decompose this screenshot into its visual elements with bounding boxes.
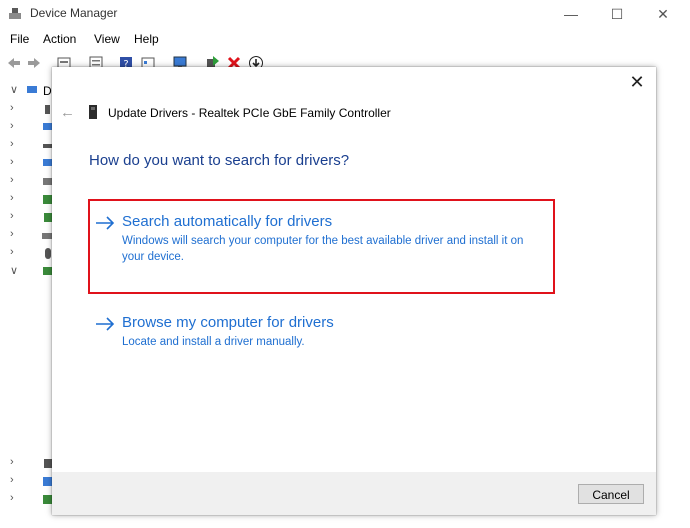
tree-root[interactable]: ∨ D [0, 82, 60, 100]
chevron-right-icon[interactable]: › [10, 192, 14, 204]
dialog-title: Update Drivers - Realtek PCIe GbE Family… [108, 106, 391, 120]
computer-icon [27, 86, 37, 93]
window-title: Device Manager [30, 6, 118, 20]
menu-view[interactable]: View [94, 32, 120, 46]
tree-item[interactable]: › [0, 191, 60, 209]
chevron-right-icon[interactable]: › [10, 174, 14, 186]
chevron-right-icon[interactable]: › [10, 210, 14, 222]
maximize-button[interactable]: ☐ [594, 2, 640, 26]
tree-root-label: D [43, 84, 52, 98]
chevron-right-icon[interactable]: › [10, 246, 14, 258]
chevron-right-icon[interactable]: › [10, 492, 14, 504]
chevron-right-icon[interactable]: › [10, 474, 14, 486]
option-description: Windows will search your computer for th… [122, 235, 524, 263]
back-arrow-icon[interactable]: ← [60, 104, 75, 121]
menu-file[interactable]: File [10, 32, 29, 46]
chevron-down-icon[interactable]: ∨ [10, 264, 18, 277]
search-automatically-option[interactable]: Search automatically for drivers Windows… [88, 213, 558, 265]
back-icon[interactable] [6, 55, 22, 71]
chevron-right-icon[interactable]: › [10, 120, 14, 132]
tree-item[interactable]: › [0, 245, 60, 263]
chevron-right-icon[interactable]: › [10, 456, 14, 468]
tree-item[interactable]: › [0, 173, 60, 191]
tree-item[interactable]: › [0, 209, 60, 227]
tree-item[interactable]: › [0, 155, 60, 173]
chevron-right-icon[interactable]: › [10, 138, 14, 150]
chevron-right-icon[interactable]: › [10, 102, 14, 114]
chevron-down-icon[interactable]: ∨ [10, 83, 18, 96]
tree-item[interactable]: › [0, 455, 60, 473]
arrow-right-icon [96, 317, 115, 331]
minimize-button[interactable]: — [548, 2, 594, 26]
option-description: Locate and install a driver manually. [122, 336, 305, 348]
tree-item[interactable]: › [0, 227, 60, 245]
tree-item[interactable]: › [0, 137, 60, 155]
tree-item[interactable]: ∨ [0, 263, 60, 281]
network-card-icon [89, 105, 97, 119]
device-manager-icon [9, 8, 21, 19]
search-question-heading: How do you want to search for drivers? [89, 152, 350, 169]
title-bar: Device Manager — ☐ ✕ [0, 0, 690, 28]
tree-item[interactable]: › [0, 491, 60, 509]
dialog-close-button[interactable]: ✕ [628, 73, 646, 91]
menu-help[interactable]: Help [134, 32, 159, 46]
cancel-button[interactable]: Cancel [578, 484, 644, 504]
dialog-footer: Cancel [52, 472, 656, 515]
menu-bar: File Action View Help [0, 30, 690, 50]
chevron-right-icon[interactable]: › [10, 156, 14, 168]
arrow-right-icon [96, 216, 115, 230]
option-title[interactable]: Browse my computer for drivers [122, 314, 334, 331]
tree-item[interactable]: › [0, 119, 60, 137]
window-close-button[interactable]: ✕ [640, 2, 686, 26]
browse-computer-option[interactable]: Browse my computer for drivers Locate an… [88, 314, 558, 352]
device-tree: ∨ D › › › › › › › › › ∨ › › › [0, 78, 60, 528]
forward-icon[interactable] [26, 55, 42, 71]
chevron-right-icon[interactable]: › [10, 228, 14, 240]
option-title[interactable]: Search automatically for drivers [122, 213, 332, 230]
tree-item[interactable]: › [0, 101, 60, 119]
tree-item[interactable]: › [0, 473, 60, 491]
update-drivers-dialog: ✕ ← Update Drivers - Realtek PCIe GbE Fa… [52, 67, 656, 515]
menu-action[interactable]: Action [43, 32, 76, 46]
